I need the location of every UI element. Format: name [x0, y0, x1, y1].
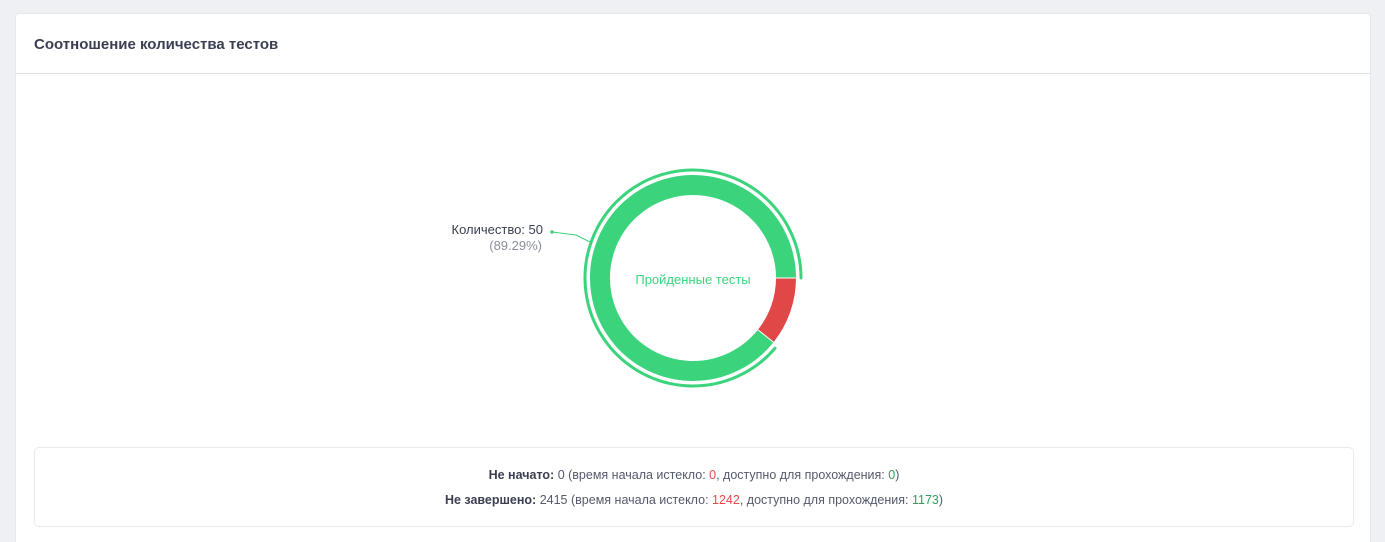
- stats-summary: Не начато: 0 (время начала истекло: 0, д…: [34, 447, 1354, 527]
- not-finished-expired-label: (время начала истекло:: [571, 493, 709, 507]
- not-started-close: ): [895, 468, 900, 482]
- not-finished-available-value: 1173: [912, 493, 939, 507]
- tooltip-leader-dot: [550, 230, 554, 234]
- not-finished-expired-value: 1242: [712, 493, 740, 507]
- not-finished-label: Не завершено:: [444, 493, 537, 507]
- slice-failed[interactable]: [757, 277, 796, 343]
- donut-chart: Пройденные тесты Количество: 50 (89.29%): [452, 168, 803, 388]
- not-finished-close: ): [938, 493, 944, 507]
- not-started-value: 0: [557, 468, 565, 482]
- not-started-available-label: , доступно для прохождения:: [716, 468, 885, 482]
- chart-center-label: Пройденные тесты: [635, 272, 750, 287]
- tests-ratio-card: Соотношение количества тестов Пройденные…: [15, 13, 1371, 542]
- not-finished-available-label: , доступно для прохождения:: [739, 493, 909, 507]
- not-finished-value: 2415: [539, 493, 568, 507]
- tooltip-count-label: Количество: 50: [452, 222, 544, 237]
- card-header: Соотношение количества тестов: [16, 14, 1370, 74]
- tooltip-percent-label: (89.29%): [489, 238, 542, 253]
- card-title: Соотношение количества тестов: [34, 36, 279, 53]
- stats-not-started: Не начато: 0 (время начала истекло: 0, д…: [35, 468, 1353, 482]
- not-started-expired-label: (время начала истекло:: [568, 468, 706, 482]
- donut-chart-area: Пройденные тесты Количество: 50 (89.29%): [16, 75, 1370, 445]
- stats-not-finished: Не завершено: 2415 (время начала истекло…: [35, 493, 1353, 507]
- tooltip-leader-line: [551, 231, 593, 244]
- page: Соотношение количества тестов Пройденные…: [0, 0, 1385, 542]
- not-started-label: Не начато:: [488, 468, 555, 482]
